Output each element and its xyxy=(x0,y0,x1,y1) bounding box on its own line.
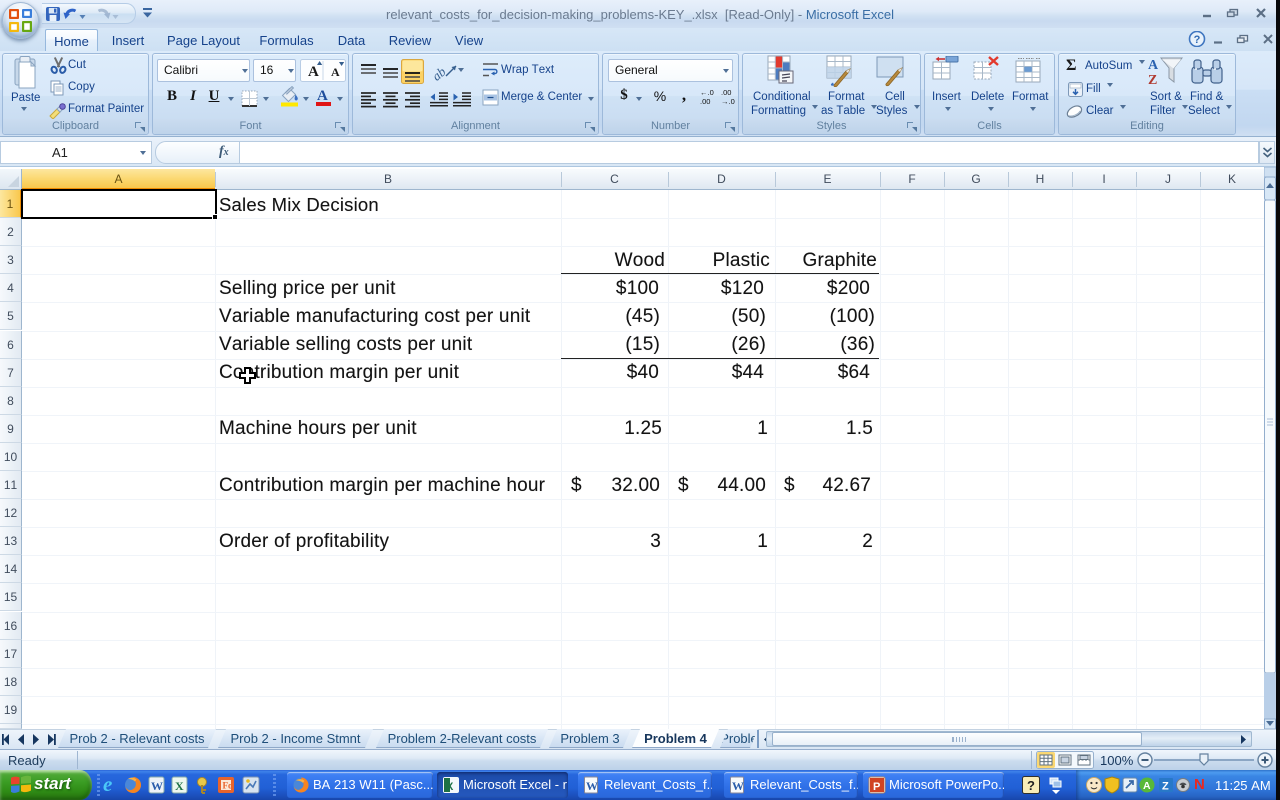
svg-text:A: A xyxy=(317,88,328,104)
svg-text:.00: .00 xyxy=(721,88,731,97)
svg-text:W: W xyxy=(151,779,163,793)
svg-text:A: A xyxy=(1143,780,1151,792)
svg-text:X: X xyxy=(175,779,184,793)
svg-text:Z: Z xyxy=(1162,781,1169,793)
svg-text:←.0: ←.0 xyxy=(700,88,714,97)
svg-text:?: ? xyxy=(1194,34,1201,46)
svg-text:.00: .00 xyxy=(700,97,710,106)
svg-text:?: ? xyxy=(1027,778,1035,793)
svg-text:W: W xyxy=(732,779,744,793)
svg-text:e: e xyxy=(103,774,112,796)
svg-text:P: P xyxy=(873,781,880,793)
svg-text:ab: ab xyxy=(432,64,449,84)
svg-text:A: A xyxy=(1148,58,1159,73)
svg-text:A: A xyxy=(308,64,319,80)
svg-text:A: A xyxy=(331,65,340,79)
svg-text:X: X xyxy=(446,781,454,793)
svg-text:Fo: Fo xyxy=(223,781,233,791)
svg-text:→.0: →.0 xyxy=(721,97,735,106)
svg-text:Z: Z xyxy=(1148,73,1157,88)
svg-text:W: W xyxy=(586,779,598,793)
